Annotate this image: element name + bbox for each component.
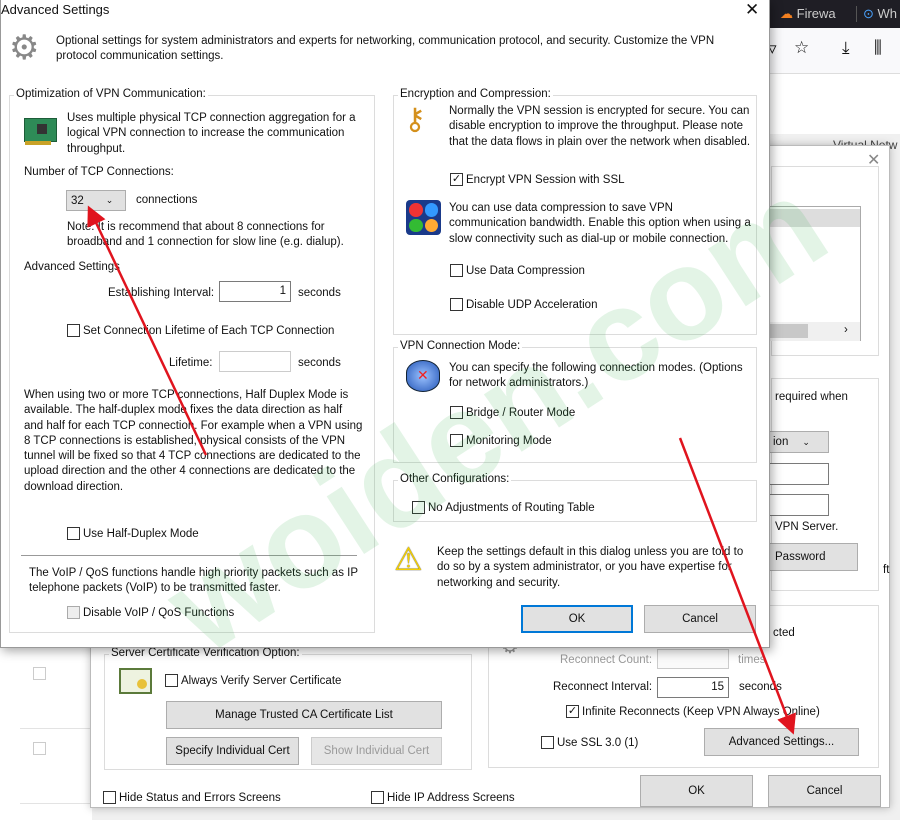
arrow-to-advanced-button [678, 437, 796, 735]
arrow-to-tcp-select [87, 205, 208, 456]
annotation-arrows [87, 205, 796, 735]
